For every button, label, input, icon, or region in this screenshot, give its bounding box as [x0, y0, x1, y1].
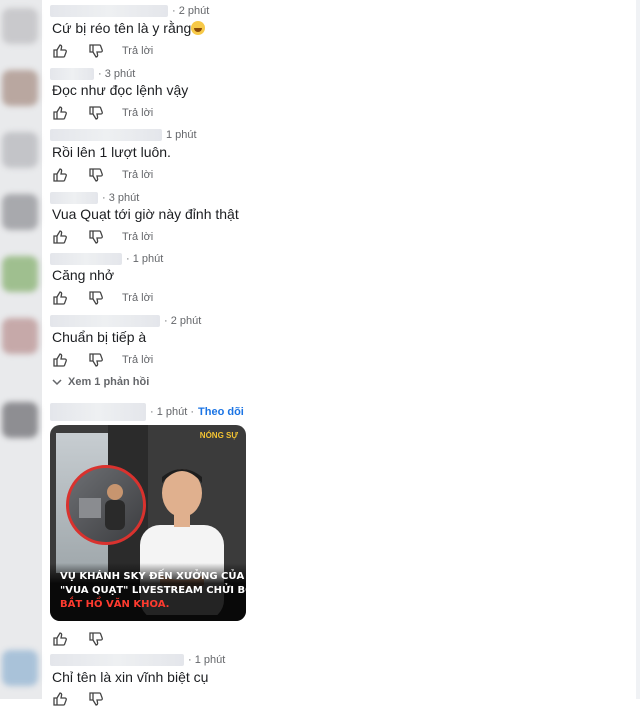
comment-meta: · 3 phút	[50, 191, 139, 205]
comment-meta: · 1 phút · Theo dõi	[50, 403, 244, 421]
avatar	[2, 402, 38, 438]
commenter-name[interactable]	[50, 654, 184, 666]
avatar	[2, 318, 38, 354]
comment-actions: Trả lời	[52, 104, 153, 122]
comment-meta: · 1 phút	[50, 252, 163, 266]
comment-time[interactable]: · 1 phút	[126, 253, 163, 265]
comment-text: Rồi lên 1 lượt luôn.	[52, 144, 171, 160]
comment-actions	[52, 630, 124, 648]
comment-actions: Trả lời	[52, 228, 153, 246]
person-icon	[79, 484, 125, 530]
reply-button[interactable]: Trả lời	[122, 107, 153, 119]
dislike-icon[interactable]	[88, 167, 104, 183]
comment-actions	[52, 690, 124, 708]
left-sidebar-blurred	[0, 0, 42, 699]
reply-button[interactable]: Trả lời	[122, 169, 153, 181]
comment-actions: Trả lời	[52, 351, 153, 369]
avatar	[2, 256, 38, 292]
like-icon[interactable]	[52, 691, 68, 707]
like-icon[interactable]	[52, 352, 68, 368]
avatar	[2, 8, 38, 44]
comment-meta: 1 phút	[50, 128, 197, 142]
commenter-name[interactable]	[50, 192, 98, 204]
comment-text: Căng nhở	[52, 267, 115, 283]
comment-time[interactable]: · 3 phút	[98, 68, 135, 80]
brand-logo: NÓNG SỰ	[199, 431, 238, 440]
comment-meta: · 2 phút	[50, 4, 209, 18]
like-icon[interactable]	[52, 631, 68, 647]
follow-button[interactable]: Theo dõi	[198, 406, 244, 418]
comment-text: Đọc như đọc lệnh vậy	[52, 82, 189, 98]
grin-emoji-icon	[191, 21, 206, 35]
reply-button[interactable]: Trả lời	[122, 231, 153, 243]
comment-time[interactable]: · 2 phút	[172, 5, 209, 17]
like-icon[interactable]	[52, 290, 68, 306]
caption-line: "VUA QUẠT" LIVESTREAM CHỬI BỚI:	[60, 585, 246, 596]
comment-time[interactable]: · 2 phút	[164, 315, 201, 327]
comment-text: Chỉ tên là xin vĩnh biệt cụ	[52, 669, 209, 685]
avatar	[2, 132, 38, 168]
chevron-down-icon	[52, 379, 62, 386]
reply-button[interactable]: Trả lời	[122, 292, 153, 304]
dislike-icon[interactable]	[88, 229, 104, 245]
comment-meta: · 3 phút	[50, 67, 135, 81]
caption-line: BẮT HỒ VĂN KHOA.	[60, 599, 170, 610]
dislike-icon[interactable]	[88, 691, 104, 707]
comment-actions: Trả lời	[52, 289, 153, 307]
avatar	[2, 194, 38, 230]
commenter-name[interactable]	[50, 68, 94, 80]
comment-text: Cứ bị réo tên là y rằng	[52, 20, 206, 36]
comment-actions: Trả lời	[52, 166, 153, 184]
video-thumbnail[interactable]: NÓNG SỰ VỤ KHÁNH SKY ĐẾN XƯỞNG CỦA "VUA …	[50, 425, 246, 621]
view-replies-label: Xem 1 phản hồi	[68, 376, 150, 388]
dislike-icon[interactable]	[88, 105, 104, 121]
comment-text: Chuẩn bị tiếp à	[52, 329, 147, 345]
comment-text-content: Cứ bị réo tên là y rằng	[52, 20, 192, 36]
comment-text: Vua Quạt tới giờ này đỉnh thật	[52, 206, 239, 222]
scrollbar[interactable]	[636, 0, 640, 699]
reply-button[interactable]: Trả lời	[122, 354, 153, 366]
commenter-name[interactable]	[50, 5, 168, 17]
avatar	[2, 70, 38, 106]
like-icon[interactable]	[52, 229, 68, 245]
comment-meta: · 2 phút	[50, 314, 201, 328]
dislike-icon[interactable]	[88, 352, 104, 368]
caption-line: VỤ KHÁNH SKY ĐẾN XƯỞNG CỦA	[60, 571, 245, 582]
like-icon[interactable]	[52, 43, 68, 59]
view-replies-link[interactable]: Xem 1 phản hồi	[52, 376, 149, 388]
dislike-icon[interactable]	[88, 290, 104, 306]
comment-time[interactable]: · 3 phút	[102, 192, 139, 204]
reply-button[interactable]: Trả lời	[122, 45, 153, 57]
comment-meta: · 1 phút	[50, 653, 225, 667]
commenter-name[interactable]	[50, 315, 160, 327]
comment-time[interactable]: · 1 phút	[188, 654, 225, 666]
comment-actions: Trả lời	[52, 42, 153, 60]
like-icon[interactable]	[52, 167, 68, 183]
inset-photo	[66, 465, 146, 545]
commenter-name[interactable]	[50, 253, 122, 265]
comment-time[interactable]: · 1 phút ·	[150, 406, 194, 418]
commenter-name[interactable]	[50, 403, 146, 421]
video-caption: VỤ KHÁNH SKY ĐẾN XƯỞNG CỦA "VUA QUẠT" LI…	[50, 563, 246, 621]
like-icon[interactable]	[52, 105, 68, 121]
avatar	[2, 650, 38, 686]
comment-time[interactable]: 1 phút	[166, 129, 197, 141]
commenter-name[interactable]	[50, 129, 162, 141]
dislike-icon[interactable]	[88, 631, 104, 647]
dislike-icon[interactable]	[88, 43, 104, 59]
comment-list: · 2 phút Cứ bị réo tên là y rằng Trả lời…	[42, 0, 640, 706]
